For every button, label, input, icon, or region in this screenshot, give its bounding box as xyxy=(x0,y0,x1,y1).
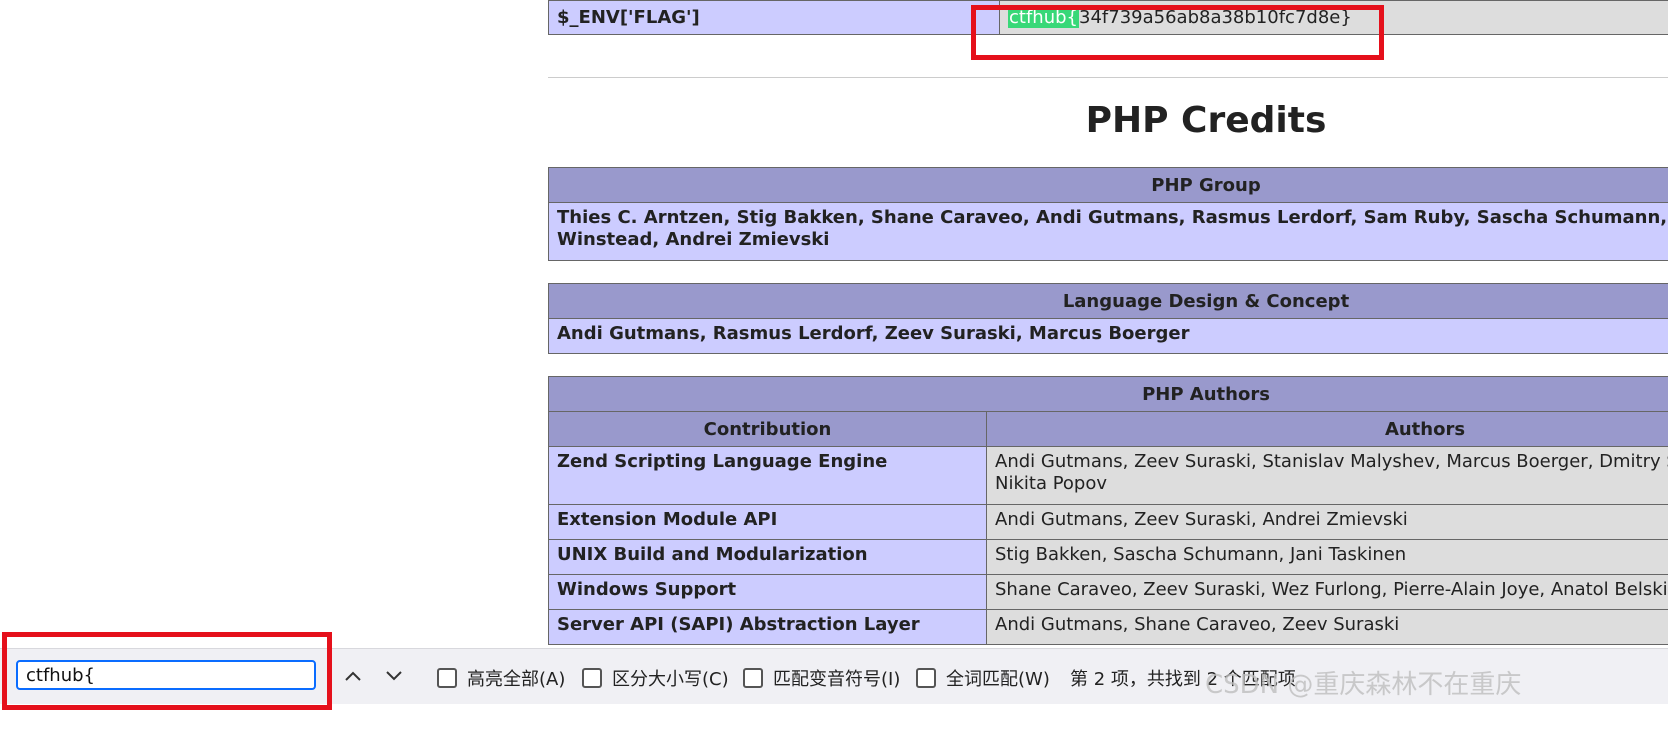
checkbox-box xyxy=(582,668,602,688)
language-design-names: Andi Gutmans, Rasmus Lerdorf, Zeev Suras… xyxy=(548,318,1668,354)
checkbox-box xyxy=(437,668,457,688)
table-row: Server API (SAPI) Abstraction Layer Andi… xyxy=(548,609,1668,645)
flag-annotation-box xyxy=(971,5,1384,60)
checkbox-box xyxy=(916,668,936,688)
php-authors-header: PHP Authors xyxy=(548,376,1668,412)
checkbox-box xyxy=(743,668,763,688)
whole-words-checkbox[interactable]: 全词匹配(W) xyxy=(916,665,1050,691)
contribution-cell: Zend Scripting Language Engine xyxy=(548,446,987,505)
contribution-cell: Windows Support xyxy=(548,574,987,610)
checkbox-label: 区分大小写(C) xyxy=(612,669,729,690)
divider xyxy=(548,77,1668,78)
bottom-strip xyxy=(0,704,1668,756)
page-title: PHP Credits xyxy=(1085,100,1327,141)
contribution-cell: UNIX Build and Modularization xyxy=(548,539,987,575)
find-input-annotation-box xyxy=(2,632,332,710)
column-header-authors: Authors xyxy=(986,411,1668,447)
contribution-cell: Server API (SAPI) Abstraction Layer xyxy=(548,609,987,645)
checkbox-label: 全词匹配(W) xyxy=(946,669,1050,690)
watermark: CSDN @重庆森林不在重庆 xyxy=(1205,670,1522,700)
chevron-up-icon xyxy=(345,671,361,681)
php-group-names: Thies C. Arntzen, Stig Bakken, Shane Car… xyxy=(548,202,1668,261)
find-next-button[interactable] xyxy=(381,664,407,688)
checkbox-label: 高亮全部(A) xyxy=(467,669,566,690)
table-row: Windows Support Shane Caraveo, Zeev Sura… xyxy=(548,574,1668,610)
table-row: Extension Module API Andi Gutmans, Zeev … xyxy=(548,504,1668,540)
language-design-table: Language Design & Concept Andi Gutmans, … xyxy=(548,283,1668,354)
table-row: Zend Scripting Language Engine Andi Gutm… xyxy=(548,446,1668,505)
match-case-checkbox[interactable]: 区分大小写(C) xyxy=(582,665,729,691)
find-previous-button[interactable] xyxy=(340,664,366,688)
env-key-flag: $_ENV['FLAG'] xyxy=(548,0,1000,35)
contribution-cell: Extension Module API xyxy=(548,504,987,540)
php-group-header: PHP Group xyxy=(548,167,1668,203)
php-group-table: PHP Group Thies C. Arntzen, Stig Bakken,… xyxy=(548,167,1668,261)
chevron-down-icon xyxy=(386,671,402,681)
phpinfo-page: $_ENV['PWD'] / $_ENV['FLAG'] ctfhub{34f7… xyxy=(0,0,1668,692)
checkbox-label: 匹配变音符号(I) xyxy=(773,669,901,690)
authors-cell: Andi Gutmans, Shane Caraveo, Zeev Surask… xyxy=(986,609,1668,645)
authors-cell: Shane Caraveo, Zeev Suraski, Wez Furlong… xyxy=(986,574,1668,610)
highlight-all-checkbox[interactable]: 高亮全部(A) xyxy=(437,665,565,691)
authors-cell: Andi Gutmans, Zeev Suraski, Andrei Zmiev… xyxy=(986,504,1668,540)
column-header-contribution: Contribution xyxy=(548,411,987,447)
authors-cell: Andi Gutmans, Zeev Suraski, Stanislav Ma… xyxy=(986,446,1668,505)
language-design-header: Language Design & Concept xyxy=(548,283,1668,319)
match-diacritics-checkbox[interactable]: 匹配变音符号(I) xyxy=(743,665,900,691)
php-authors-table: PHP Authors Contribution Authors Zend Sc… xyxy=(548,376,1668,645)
table-row: UNIX Build and Modularization Stig Bakke… xyxy=(548,539,1668,575)
authors-cell: Stig Bakken, Sascha Schumann, Jani Taski… xyxy=(986,539,1668,575)
